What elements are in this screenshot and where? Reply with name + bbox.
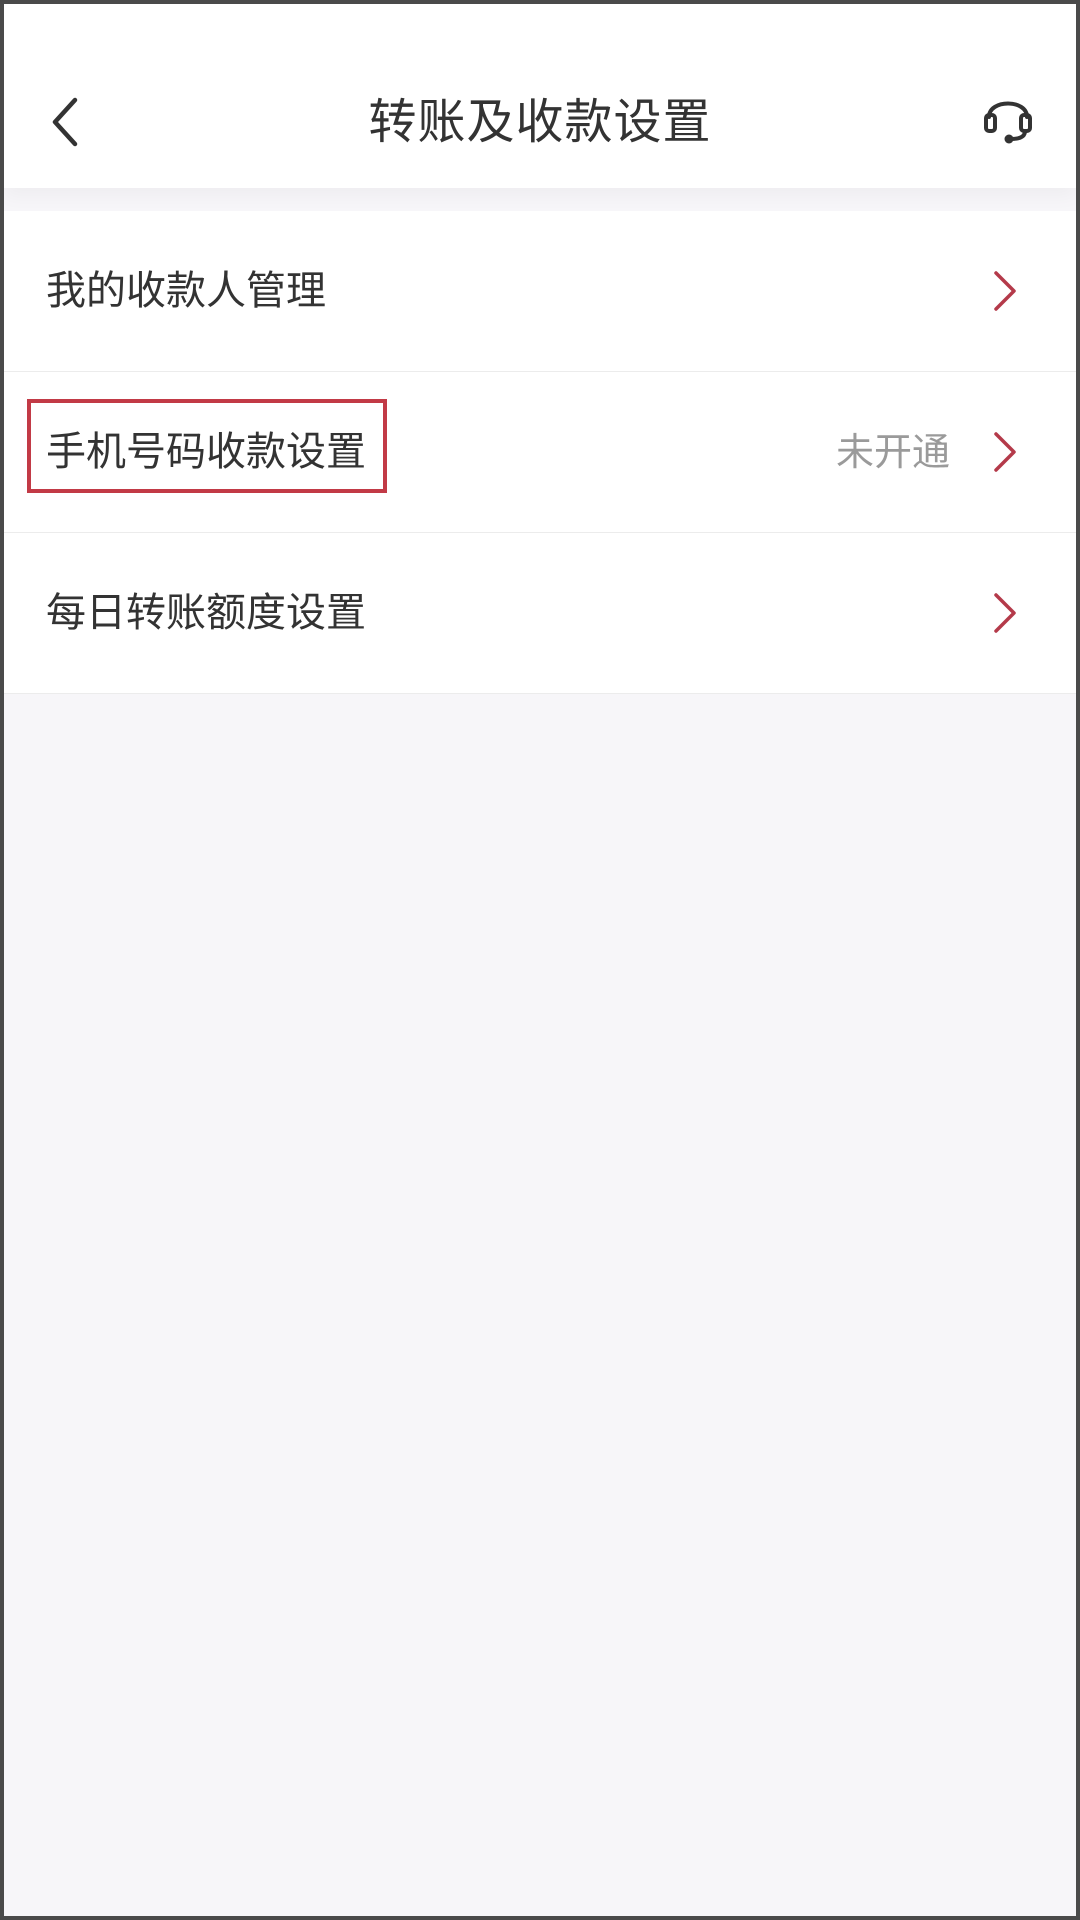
top-bar: 转账及收款设置	[4, 4, 1076, 188]
page-title: 转账及收款设置	[368, 94, 712, 150]
list-item-payee-management[interactable]: 我的收款人管理	[4, 211, 1076, 372]
list-item-daily-transfer-limit[interactable]: 每日转账额度设置	[4, 533, 1076, 694]
list-item-label: 手机号码收款设置	[46, 429, 366, 475]
list-item-label: 我的收款人管理	[46, 268, 326, 314]
list-item-label: 每日转账额度设置	[46, 590, 366, 636]
list-item-phone-number-receipt[interactable]: 手机号码收款设置 未开通	[4, 372, 1076, 533]
chevron-right-icon	[994, 432, 1016, 472]
chevron-right-icon	[994, 271, 1016, 311]
customer-support-button[interactable]	[978, 86, 1038, 146]
app-screen: 转账及收款设置 我的收款人管理 手机号码收款设置 未开通 每日转账额度设置	[0, 0, 1080, 1920]
status-badge: 未开通	[835, 430, 950, 474]
headset-icon	[984, 101, 1032, 144]
settings-list: 我的收款人管理 手机号码收款设置 未开通 每日转账额度设置	[4, 211, 1076, 694]
chevron-right-icon	[994, 593, 1016, 633]
